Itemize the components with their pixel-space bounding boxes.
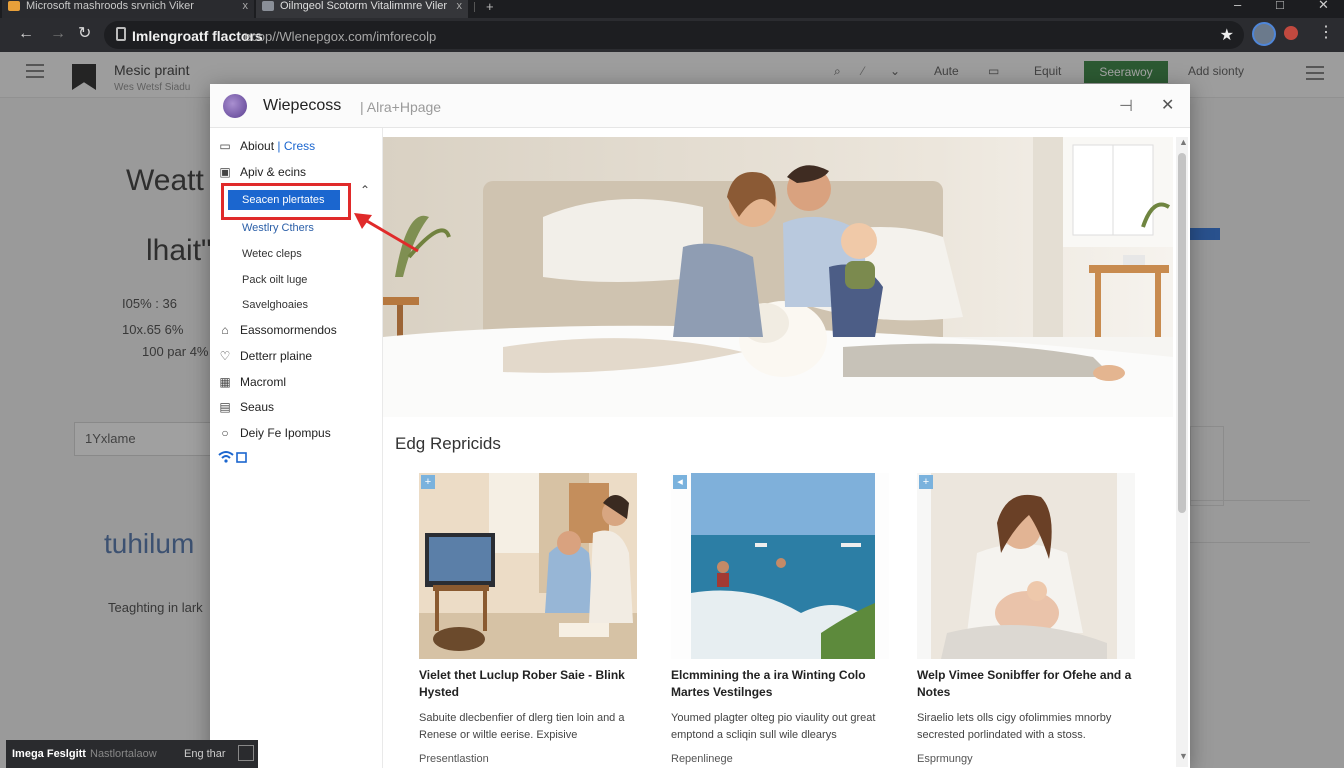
card-title[interactable]: Elcmmining the a ira Winting Colo Martes… [671,667,901,701]
card-description: Sabuite dlecbenfier of dlerg tien loin a… [419,712,625,741]
browser-tab-active[interactable]: Oilmgeol Scotorm Vitalimmre Viler x [256,0,468,18]
grid-icon: ▦ [219,375,231,389]
sidebar-item-label: Seaus [240,400,275,414]
sidebar-item-label: Eassomormendos [240,323,337,337]
sidebar-item-accent-text: Cress [283,139,316,153]
reload-icon[interactable]: ↻ [78,26,91,42]
card-badge-icon: + [919,475,933,489]
browser-menu-icon[interactable]: ⋮ [1318,22,1334,42]
sidebar-subitem[interactable]: Savelghoaies [242,295,308,315]
section-title: Edg Repricids [395,434,501,453]
wifi-icon-svg [218,451,247,463]
new-tab-button[interactable]: + [486,0,494,14]
card-image: + [917,473,1135,659]
sidebar-subitem[interactable]: Westlry Cthers [242,218,314,238]
home-icon: ⌂ [221,323,229,337]
sidebar-item[interactable]: ▤ Seaus [218,397,274,417]
modal-subtitle: | Alra+Hpage [360,99,442,115]
back-icon[interactable]: ← [18,26,34,42]
modal-main: ▲ ▼ Edg Repricids + Vielet thet Luclup R… [383,128,1190,768]
tab-title: Oilmgeol Scotorm Vitalimmre Viler [280,0,448,12]
tab-close-icon[interactable]: x [243,0,249,12]
scrollbar-thumb[interactable] [1178,153,1186,513]
article-card[interactable]: + Welp Vimee Sonibffer for Ofehe and a N… [917,473,1147,765]
card-image: + [419,473,637,659]
status-label: Imega Feslgitt [12,748,86,760]
status-label: Nastlortalaow [90,748,157,760]
card-image: ◂ [671,473,889,659]
sidebar-subitem[interactable]: Wetec cleps [242,244,302,264]
status-label: Eng thar [184,748,226,760]
scroll-up-icon[interactable]: ▲ [1179,137,1188,147]
modal-title: Wiepecoss [263,97,342,114]
highlight-box [221,183,351,220]
sidebar-item-label: Detterr plaine [240,349,313,363]
sidebar-item-label: Apiv & ecins [240,165,307,179]
card-description: Siraelio lets olls cigy ofolimmies mnorb… [917,712,1112,741]
sidebar-item-accent: | Cress [277,139,316,153]
article-card[interactable]: + Vielet thet Luclup Rober Saie - Blink … [419,473,649,765]
tab-favicon-icon [8,1,20,11]
sidebar-item[interactable]: ▦ Macroml [218,372,286,392]
extension-icon[interactable] [1284,26,1298,40]
sidebar-item-label: Macroml [240,375,287,389]
close-icon[interactable]: ✕ [1161,95,1174,115]
hero-image [383,137,1173,417]
document-icon: ▤ [219,400,231,414]
card-meta: Presentlastion [419,753,489,765]
address-path: ecop//Wlenepgox.com/imforecolp [244,29,437,44]
tab-close-icon[interactable]: x [457,0,463,12]
circle-icon: ○ [221,426,229,440]
browser-tab-bar: Microsoft mashroods srvnich Viker x Oilm… [0,0,1344,18]
window-close-icon[interactable]: ✕ [1318,0,1329,13]
sidebar-item-apiv[interactable]: ▣ Apiv & ecins [218,162,306,182]
card-badge-icon: + [421,475,435,489]
sidebar-item[interactable]: ⌂ Eassomormendos [218,320,337,340]
modal-header: Wiepecoss | Alra+Hpage ⊣ ✕ [210,84,1190,128]
card-title[interactable]: Vielet thet Luclup Rober Saie - Blink Hy… [419,667,649,701]
card-meta: Esprmungy [917,753,973,765]
article-card[interactable]: ◂ Elcmmining the a ira Winting Colo Mart… [671,473,901,765]
browser-toolbar: ← → ↻ Imlengroatf flactors ecop//Wlenepg… [0,18,1344,52]
forward-icon[interactable]: → [50,26,66,42]
site-logo-icon [223,94,247,118]
profile-avatar[interactable] [1252,22,1276,46]
monitor-icon: ▭ [219,139,231,153]
maximize-icon[interactable]: □ [1276,0,1284,12]
tab-favicon-icon [262,1,274,11]
wifi-icon[interactable] [218,450,248,470]
status-bar: Imega Feslgitt Nastlortalaow Eng thar [6,740,258,768]
sidebar-item[interactable]: ○ Deiy Fe Ipompus [218,423,331,443]
window-icon[interactable] [238,745,254,761]
scroll-down-icon[interactable]: ▼ [1179,751,1188,761]
browser-tab[interactable]: Microsoft mashroods srvnich Viker x [2,0,254,18]
arrow-annotation-icon [354,213,419,253]
card-description: Youmed plagter olteg pio viaulity out gr… [671,712,876,741]
scrollbar[interactable]: ▲ ▼ [1176,137,1188,767]
tab-separator [474,2,475,12]
tab-title: Microsoft mashroods srvnich Viker [26,0,194,12]
modal-dialog: Wiepecoss | Alra+Hpage ⊣ ✕ ▭ Abiout | Cre… [210,84,1190,768]
sidebar-item-about[interactable]: ▭ Abiout | Cress [218,136,315,156]
sidebar-item-label: Deiy Fe Ipompus [240,426,331,440]
window-icon: ▣ [219,165,231,179]
card-meta: Repenlinege [671,753,733,765]
card-title[interactable]: Welp Vimee Sonibffer for Ofehe and a Not… [917,667,1147,701]
address-bar[interactable]: Imlengroatf flactors ecop//Wlenepgox.com… [104,21,1244,49]
pin-icon[interactable]: ⊣ [1119,96,1133,116]
sidebar-item[interactable]: ♡ Detterr plaine [218,346,312,366]
minimize-icon[interactable]: – [1234,0,1241,12]
modal-subtitle-text: Alra+Hpage [366,99,442,115]
sidebar-subitem[interactable]: Pack oilt luge [242,270,307,290]
sidebar-item-label: Abiout [240,139,275,153]
heart-icon: ♡ [219,349,231,363]
chevron-up-icon[interactable]: ⌃ [360,183,370,197]
card-badge-icon: ◂ [673,475,687,489]
bookmark-star-icon[interactable]: ★ [1220,25,1234,45]
lock-icon [116,27,126,41]
